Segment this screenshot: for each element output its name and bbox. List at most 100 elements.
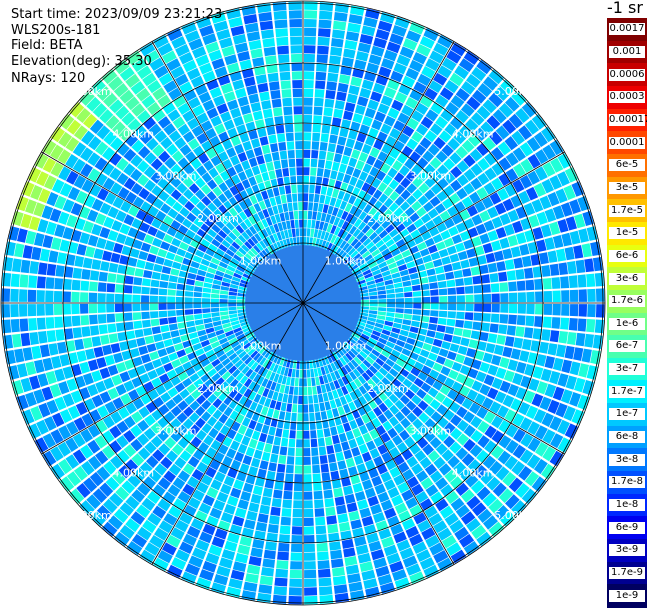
scan-cell <box>330 46 343 57</box>
scan-cell <box>487 262 498 273</box>
scan-cell <box>185 315 194 322</box>
scan-cell <box>20 332 31 347</box>
scan-cell <box>482 303 492 313</box>
scan-cell <box>275 168 283 178</box>
scan-cell <box>284 482 293 491</box>
scan-cell <box>185 284 194 291</box>
scan-cell <box>304 19 317 28</box>
scan-cell <box>161 331 172 340</box>
scan-cell <box>96 357 107 369</box>
scan-cell <box>338 163 348 174</box>
range-ring-label: 1.00km <box>240 255 282 268</box>
scan-cell <box>303 500 313 509</box>
scan-cell <box>412 284 421 291</box>
scan-cell <box>261 29 274 39</box>
scan-cell <box>88 303 98 314</box>
scan-cell <box>277 133 286 143</box>
scan-cell <box>14 243 25 258</box>
scan-cell <box>303 508 314 518</box>
scan-cell <box>560 276 570 289</box>
scan-cell <box>187 272 197 280</box>
scan-cell <box>85 348 96 360</box>
range-ring-label: 4.00km <box>452 467 494 480</box>
scan-cell <box>573 245 584 259</box>
scan-cell <box>288 438 296 448</box>
scan-cell <box>315 516 326 526</box>
scan-cell <box>502 248 513 260</box>
scan-cell <box>12 258 22 273</box>
scan-cell <box>71 279 81 291</box>
scan-cell <box>460 259 470 269</box>
scan-cell <box>285 473 294 483</box>
scan-cell <box>482 242 493 254</box>
scan-cell <box>258 163 268 174</box>
scan-cell <box>303 535 315 544</box>
scan-cell <box>97 314 107 324</box>
scan-cell <box>250 102 262 113</box>
colorbar-tick-label: 6e-9 <box>609 521 645 534</box>
scan-cell <box>394 287 404 293</box>
scan-cell <box>261 567 274 577</box>
scan-cell <box>354 104 366 115</box>
scan-cell <box>311 447 319 456</box>
scan-cell <box>268 170 276 180</box>
scan-cell <box>62 303 71 315</box>
scan-cell <box>242 455 253 466</box>
scan-cell <box>210 303 219 308</box>
scan-cell <box>344 102 356 113</box>
scan-cell <box>22 347 33 361</box>
scan-cell <box>448 295 457 303</box>
scan-cell <box>151 326 161 335</box>
scan-cell <box>278 411 286 420</box>
scan-cell <box>517 303 526 314</box>
scan-cell <box>314 97 324 107</box>
scan-cell <box>446 279 456 288</box>
scan-cell <box>493 344 504 356</box>
scan-cell <box>351 149 361 160</box>
scan-cell <box>462 268 472 277</box>
colorbar-tick-label: 3e-8 <box>609 453 645 466</box>
scan-cell <box>424 261 435 270</box>
scan-cell <box>346 502 358 513</box>
scan-cell <box>274 116 284 126</box>
scan-cell <box>277 463 286 473</box>
scan-cell <box>480 274 490 284</box>
scan-cell <box>499 282 509 292</box>
scan-cell <box>114 303 124 313</box>
scan-cell <box>348 581 363 592</box>
scan-cell <box>39 344 50 358</box>
scan-cell <box>319 455 328 464</box>
scan-cell <box>303 482 313 492</box>
scan-cell <box>275 401 282 411</box>
device-label: WLS200s-181 <box>11 23 101 38</box>
scan-cell <box>303 141 311 150</box>
scan-cell <box>304 36 316 45</box>
scan-cell <box>341 57 354 68</box>
scan-cell <box>245 149 255 160</box>
scan-cell <box>211 288 220 294</box>
scan-cell <box>358 152 369 163</box>
scan-cell <box>435 241 446 251</box>
scan-cell <box>322 480 332 490</box>
scan-cell <box>263 443 273 453</box>
scan-cell <box>386 307 396 313</box>
scan-cell <box>10 288 19 302</box>
scan-cell <box>275 472 285 482</box>
scan-cell <box>303 149 311 158</box>
scan-cell <box>80 303 89 314</box>
scan-cell <box>551 317 561 329</box>
scan-cell <box>317 45 329 55</box>
scan-cell <box>293 114 303 124</box>
scan-cell <box>343 146 353 157</box>
scan-cell <box>311 377 316 386</box>
scan-cell <box>329 462 338 472</box>
scan-cell <box>288 386 294 395</box>
scan-cell <box>132 312 142 321</box>
scan-cell <box>311 456 320 465</box>
scan-cell <box>303 236 307 246</box>
range-ring-label: 4.00km <box>113 467 155 480</box>
scan-cell <box>350 519 363 530</box>
scan-cell <box>292 404 298 413</box>
scan-cell <box>330 426 338 436</box>
scan-cell <box>269 81 280 91</box>
